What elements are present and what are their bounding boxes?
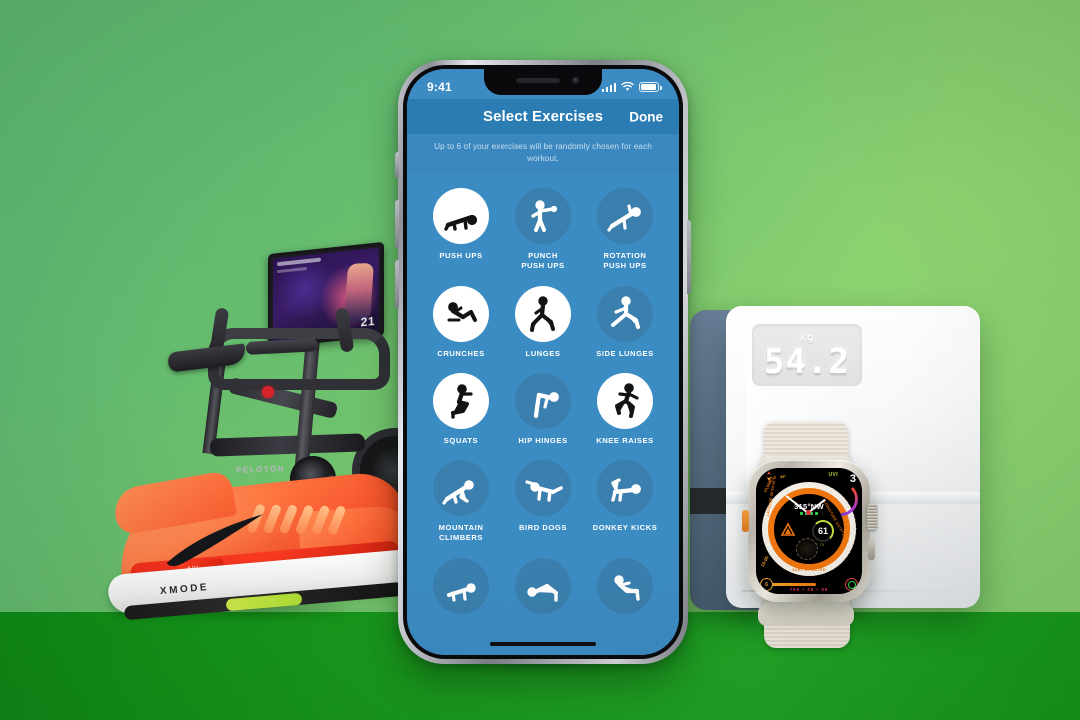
battery-icon [639,82,662,92]
instruction-text: Up to 6 of your exercises will be random… [434,142,652,163]
done-button[interactable]: Done [629,109,663,124]
nav-bar: Select Exercises Done [407,99,679,134]
status-bar-indicators [601,82,662,92]
wifi-icon [621,82,634,91]
status-bar-time: 9:41 [427,80,452,94]
phone-notch [484,69,602,95]
cellular-signal-icon [601,82,616,92]
earpiece-speaker-icon [516,78,560,83]
page-title: Select Exercises [482,108,604,125]
home-indicator[interactable] [490,641,596,646]
front-camera-icon [572,77,580,85]
hero-composition: 21 PELOTON 4% XM [0,0,1080,720]
instruction-banner: Up to 6 of your exercises will be random… [407,134,679,174]
